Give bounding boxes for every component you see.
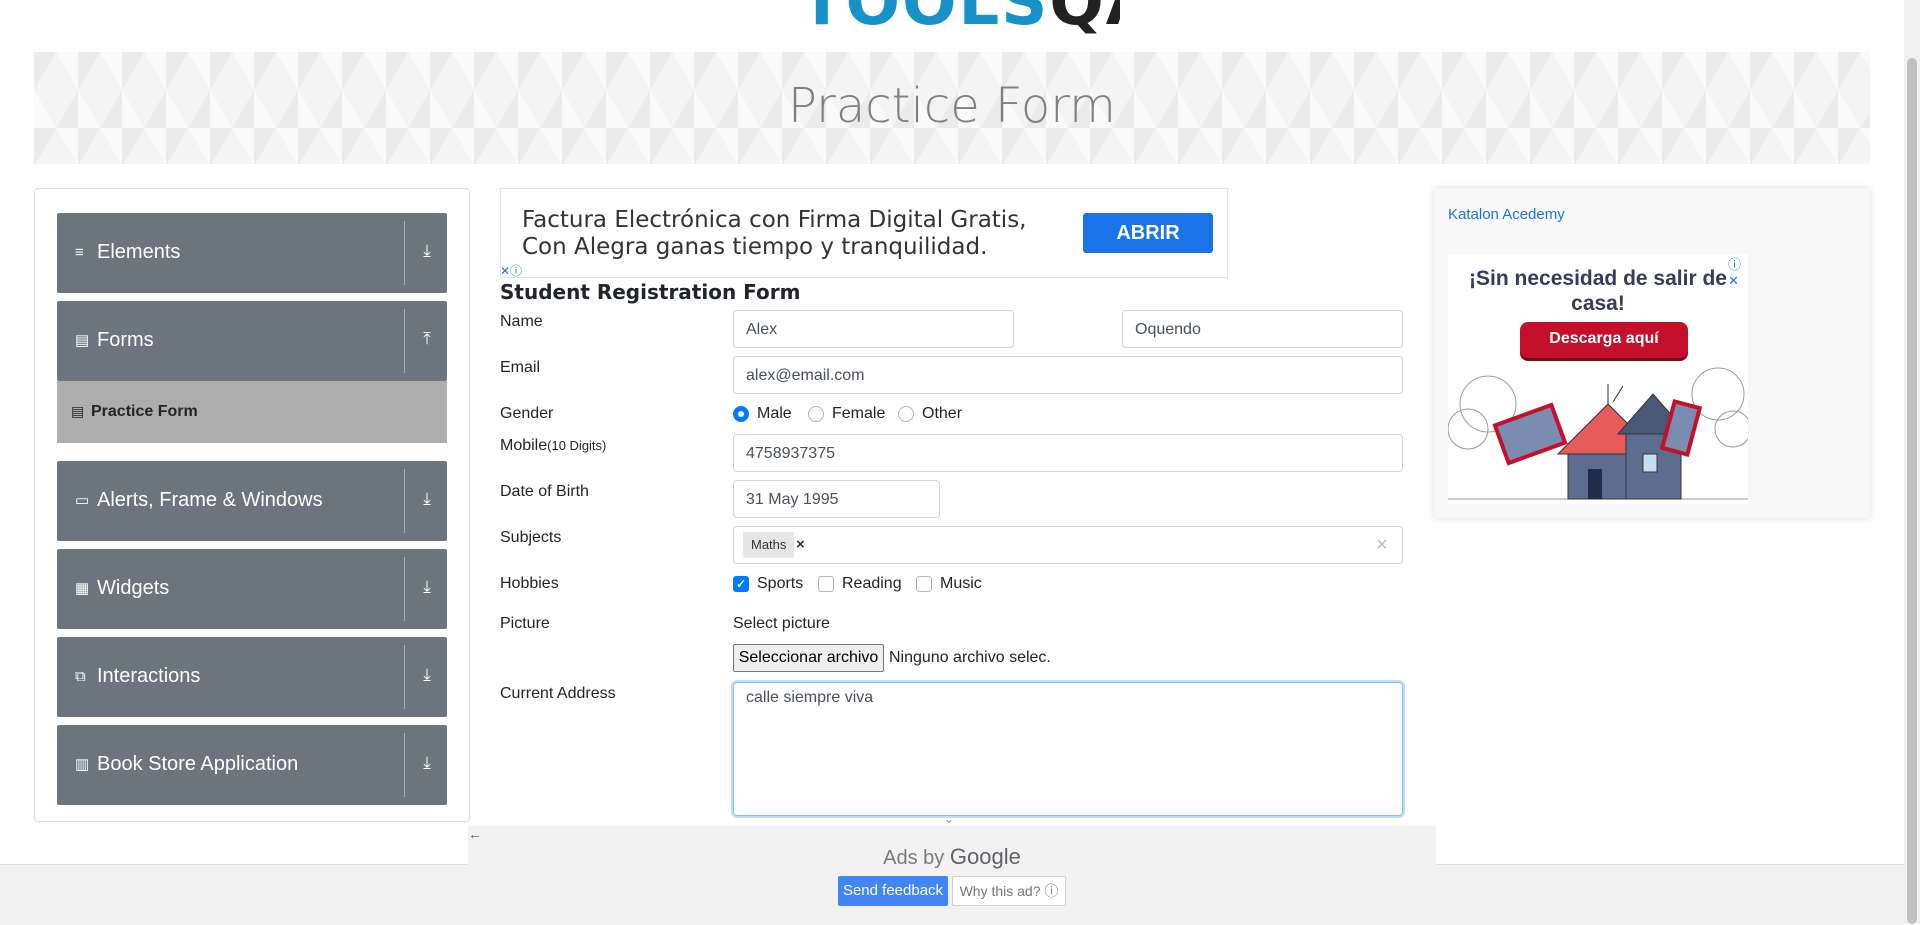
ad-open-button[interactable]: ABRIR (1083, 213, 1213, 253)
sidebar-group-book-store[interactable]: ▥ Book Store Application ⤓ (57, 725, 447, 805)
page-title: Practice Form (788, 78, 1116, 134)
name-label: Name (500, 313, 543, 330)
remove-chip-icon[interactable]: × (796, 532, 805, 558)
logo-text-qa: QA (1049, 0, 1120, 40)
page-banner: Practice Form (34, 52, 1870, 164)
download-arrow-icon[interactable]: ⤓ (417, 665, 437, 687)
sidebar-group-alerts[interactable]: ▭ Alerts, Frame & Windows ⤓ (57, 461, 447, 541)
current-address-textarea[interactable]: calle siempre viva (733, 682, 1403, 816)
mobile-hint: (10 Digits) (547, 438, 607, 453)
ads-by-google-panel: Ads by Google Send feedback Why this ad?… (468, 826, 1436, 924)
last-name-input[interactable]: Oquendo (1122, 310, 1403, 348)
sidebar-group-widgets[interactable]: ▦ Widgets ⤓ (57, 549, 447, 629)
sidebar: ≡ Elements ⤓ ▤ Forms ⤒ ▤ Practice Form ▭… (34, 188, 470, 822)
download-arrow-icon[interactable]: ⤓ (417, 753, 437, 775)
subjects-input[interactable] (733, 526, 1403, 564)
hobby-music-checkbox[interactable] (916, 576, 932, 592)
first-name-input[interactable]: Alex (733, 310, 1014, 348)
divider (404, 645, 405, 709)
dob-label: Date of Birth (500, 483, 589, 500)
download-arrow-icon[interactable]: ⤓ (417, 489, 437, 511)
hobby-reading-checkbox[interactable] (818, 576, 834, 592)
scrollbar-thumb[interactable] (1907, 58, 1917, 924)
back-arrow-icon[interactable]: ← (468, 826, 482, 842)
date-of-birth-input[interactable]: 31 May 1995 (733, 480, 940, 518)
sidebar-group-label: Book Store Application (97, 753, 299, 775)
subject-chip: Maths (743, 532, 795, 558)
choose-file-button[interactable]: Seleccionar archivo (733, 644, 884, 672)
window-icon: ▭ (75, 492, 90, 509)
widgets-icon: ▦ (75, 580, 90, 597)
divider (404, 221, 405, 285)
form-title: Student Registration Form (500, 280, 801, 304)
gender-other-label[interactable]: Other (922, 405, 962, 423)
ad-text-line1: Factura Electrónica con Firma Digital Gr… (522, 207, 1027, 233)
house-illustration-icon (1448, 367, 1748, 500)
hobby-reading-label[interactable]: Reading (842, 575, 902, 593)
google-brand-text: Google (949, 844, 1021, 869)
gender-male-radio[interactable] (733, 406, 749, 422)
ad-image-alt-text[interactable]: Katalon Acedemy (1448, 206, 1565, 223)
gender-female-label[interactable]: Female (832, 405, 885, 423)
sidebar-group-label: Elements (97, 241, 181, 263)
hamburger-icon: ≡ (75, 244, 84, 261)
subjects-label: Subjects (500, 529, 562, 546)
ad-creative[interactable]: ⓘ ✕ ¡Sin necesidad de salir de casa! Des… (1448, 254, 1748, 504)
sidebar-group-forms[interactable]: ▤ Forms ⤒ (57, 301, 447, 381)
mobile-input[interactable]: 4758937375 (733, 434, 1403, 472)
right-ad[interactable]: Katalon Acedemy ⓘ ✕ ¡Sin necesidad de sa… (1434, 188, 1870, 518)
mobile-label-text: Mobile (500, 437, 548, 454)
gender-other-radio[interactable] (898, 406, 914, 422)
ad-text-line2: Con Alegra ganas tiempo y tranquilidad. (522, 234, 988, 260)
sidebar-group-interactions[interactable]: ⧉ Interactions ⤓ (57, 637, 447, 717)
top-ad-banner[interactable]: Factura Electrónica con Firma Digital Gr… (500, 188, 1228, 278)
mobile-label: Mobile(10 Digits) (500, 437, 606, 455)
upload-arrow-icon[interactable]: ⤒ (417, 329, 437, 351)
hobby-sports-label[interactable]: Sports (757, 575, 803, 593)
sidebar-group-label: Alerts, Frame & Windows (97, 489, 323, 511)
toolsqa-logo[interactable]: TOOLSQA (800, 0, 1120, 42)
sidebar-group-label: Widgets (97, 577, 170, 599)
email-input[interactable]: alex@email.com (733, 356, 1403, 394)
books-icon: ▥ (75, 756, 90, 773)
hobby-music-label[interactable]: Music (940, 575, 982, 593)
email-label: Email (500, 359, 541, 376)
hobbies-label: Hobbies (500, 575, 559, 592)
clear-icon[interactable]: × (1376, 533, 1388, 557)
divider (404, 309, 405, 373)
sidebar-group-label: Interactions (97, 665, 201, 687)
download-arrow-icon[interactable]: ⤓ (417, 577, 437, 599)
send-feedback-button[interactable]: Send feedback (838, 876, 948, 906)
logo-text-tools: TOOLS (800, 0, 1050, 40)
picture-label: Picture (500, 615, 550, 632)
divider (404, 557, 405, 621)
gender-male-label[interactable]: Male (757, 405, 792, 423)
select-picture-label: Select picture (733, 615, 830, 632)
sidebar-group-label: Forms (97, 329, 154, 351)
form-icon: ▤ (75, 332, 90, 349)
address-label: Current Address (500, 685, 616, 702)
collapse-chevron-icon[interactable]: ⌄ (944, 812, 954, 826)
ad-choices-icon[interactable]: ✕ⓘ (500, 262, 530, 278)
sidebar-item-practice-form[interactable]: ▤ Practice Form (57, 381, 447, 443)
gender-female-radio[interactable] (808, 406, 824, 422)
sidebar-item-label: Practice Form (91, 403, 198, 420)
hobby-sports-checkbox[interactable]: ✓ (733, 576, 749, 592)
form-icon: ▤ (71, 403, 85, 419)
why-this-ad-button[interactable]: Why this ad? ⓘ (952, 876, 1066, 906)
file-status-text: Ninguno archivo selec. (889, 649, 1051, 666)
sidebar-group-elements[interactable]: ≡ Elements ⤓ (57, 213, 447, 293)
interactions-icon: ⧉ (75, 668, 86, 685)
divider (404, 733, 405, 797)
download-arrow-icon[interactable]: ⤓ (417, 241, 437, 263)
ads-by-text: Ads by (883, 847, 945, 869)
gender-label: Gender (500, 405, 554, 422)
divider (404, 469, 405, 533)
